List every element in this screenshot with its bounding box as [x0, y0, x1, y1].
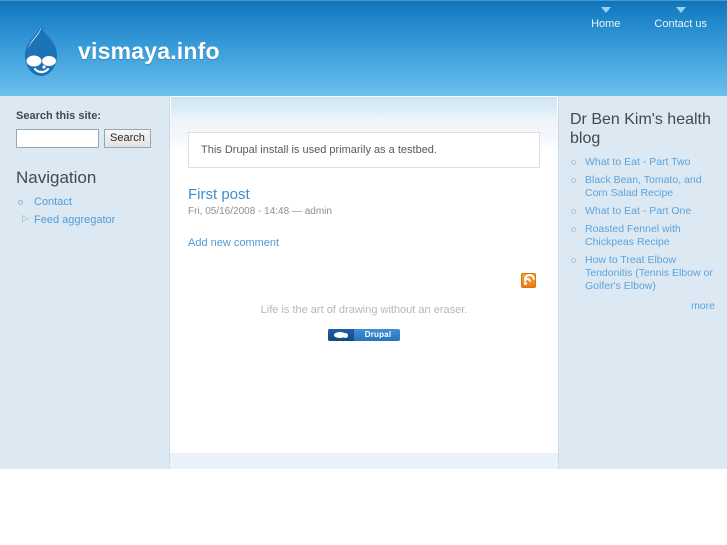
drupal-drop-dot-icon — [343, 332, 348, 338]
site-header: vismaya.info Home Contact us — [0, 0, 727, 96]
sidebar-right: Dr Ben Kim's health blog What to Eat - P… — [558, 96, 727, 469]
bullet-circle-icon — [571, 209, 576, 214]
page-body: Search this site: Search Navigation Cont… — [0, 96, 727, 469]
nav-active-arrow-icon — [600, 7, 611, 13]
feed-item-link[interactable]: How to Treat Elbow Tendonitis (Tennis El… — [585, 254, 713, 292]
list-item[interactable]: What to Eat - Part Two — [570, 156, 717, 174]
feed-more-link[interactable]: more — [691, 300, 715, 312]
primary-navigation: Home Contact us — [585, 0, 713, 34]
bullet-circle-icon — [571, 258, 576, 263]
content-top-band — [170, 96, 558, 118]
nav-item-contact-us-label: Contact us — [654, 18, 707, 30]
footer-message: Life is the art of drawing without an er… — [260, 304, 468, 316]
sidebar-item-contact-label[interactable]: Contact — [34, 196, 72, 208]
drupal-badge-wrap: Drupal — [188, 326, 540, 344]
bullet-circle-icon — [571, 178, 576, 183]
content-inner: This Drupal install is used primarily as… — [170, 118, 558, 453]
sidebar-item-contact[interactable]: Contact — [16, 194, 157, 212]
search-block-label: Search this site: — [16, 110, 101, 122]
nav-active-arrow-icon — [675, 7, 686, 13]
sidebar-item-feed-aggregator-label[interactable]: Feed aggregator — [34, 214, 115, 226]
node-title[interactable]: First post — [188, 186, 540, 203]
bullet-circle-icon — [571, 227, 576, 232]
feed-item-list: What to Eat - Part Two Black Bean, Tomat… — [570, 156, 717, 298]
bullet-circle-icon — [18, 200, 23, 205]
site-name[interactable]: vismaya.info — [78, 38, 220, 65]
feed-item-link[interactable]: What to Eat - Part One — [585, 205, 691, 217]
list-item[interactable]: Black Bean, Tomato, and Corn Salad Recip… — [570, 174, 717, 205]
list-item[interactable]: Roasted Fennel with Chickpeas Recipe — [570, 223, 717, 254]
bullet-triangle-expand-icon — [18, 214, 29, 225]
search-input[interactable] — [16, 129, 99, 148]
feed-block-title: Dr Ben Kim's health blog — [570, 111, 711, 147]
navigation-list: Contact Feed aggregator — [16, 194, 157, 230]
feed-item-link[interactable]: Black Bean, Tomato, and Corn Salad Recip… — [585, 174, 702, 199]
nav-item-home[interactable]: Home — [585, 7, 626, 34]
nav-item-home-label: Home — [591, 18, 621, 30]
feed-icon-row — [188, 271, 540, 288]
navigation-block-title: Navigation — [16, 168, 97, 187]
sidebar-left: Search this site: Search Navigation Cont… — [0, 96, 170, 469]
powered-by-drupal-badge[interactable]: Drupal — [328, 328, 400, 341]
drupal-badge-label: Drupal — [364, 329, 392, 339]
list-item[interactable]: What to Eat - Part One — [570, 205, 717, 223]
node-submitted-info: Fri, 05/16/2008 - 14:48 — admin — [188, 206, 332, 217]
list-item[interactable]: How to Treat Elbow Tendonitis (Tennis El… — [570, 254, 717, 298]
main-content-column: This Drupal install is used primarily as… — [170, 96, 558, 453]
rss-arc-outer — [521, 271, 538, 288]
add-new-comment-link[interactable]: Add new comment — [188, 237, 279, 249]
drupal-droplet-icon — [15, 24, 67, 80]
feed-item-link[interactable]: Roasted Fennel with Chickpeas Recipe — [585, 223, 681, 248]
search-form: Search — [16, 129, 157, 148]
nav-item-contact-us[interactable]: Contact us — [648, 7, 713, 34]
status-message: This Drupal install is used primarily as… — [188, 132, 540, 168]
search-button[interactable]: Search — [104, 129, 151, 148]
feed-more-link-row: more — [570, 300, 717, 312]
bullet-circle-icon — [571, 160, 576, 165]
rss-feed-icon[interactable] — [521, 271, 538, 288]
node-links: Add new comment — [188, 237, 540, 249]
sidebar-item-feed-aggregator[interactable]: Feed aggregator — [16, 212, 157, 230]
feed-item-link[interactable]: What to Eat - Part Two — [585, 156, 690, 168]
page-root: vismaya.info Home Contact us Search this… — [0, 0, 727, 545]
